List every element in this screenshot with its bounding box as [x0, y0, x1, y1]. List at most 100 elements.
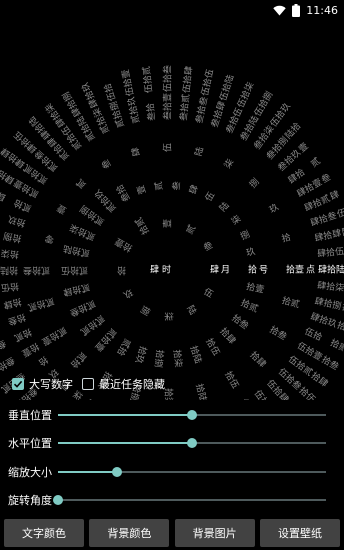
- text-color-button[interactable]: 文字颜色: [4, 519, 84, 547]
- clock-rings: 肆时壹贰叁肆伍陆柒捌玖拾拾壹拾贰月壹贰叁肆伍陆柒捌玖拾拾壹拾贰拾叁拾肆拾伍拾陆拾…: [0, 65, 344, 400]
- clock-hour-value: 肆: [150, 264, 159, 276]
- clock-hour-unit: 时: [162, 264, 171, 276]
- clock-hour-item: 肆: [129, 146, 143, 158]
- slider-thumb[interactable]: [187, 438, 197, 448]
- clock-day-item: 肆: [187, 183, 201, 195]
- clock-second-item: 肆拾捌: [60, 90, 84, 119]
- clock-minute-item: 肆拾肆: [313, 227, 342, 244]
- clock-day-item: 贰拾肆: [62, 281, 91, 298]
- checkbox-box[interactable]: [82, 378, 94, 390]
- clock-second-item: 拾叁: [319, 353, 341, 372]
- clock-minute-item: 陆: [84, 397, 99, 400]
- clock-hour-item: 零: [44, 232, 56, 245]
- horizontal-position-slider[interactable]: [58, 438, 326, 448]
- clock-second-item: 肆拾柒: [42, 101, 68, 130]
- clock-second-item: 伍拾: [101, 82, 118, 103]
- background-image-button[interactable]: 背景图片: [174, 519, 255, 547]
- clock-day-item: 拾陆: [187, 344, 204, 365]
- clock-hour-item: 陆: [192, 146, 206, 158]
- clock-month-item: 伍: [202, 286, 215, 300]
- clock-day-unit: 号: [259, 265, 268, 276]
- clock-minute-item: 拾: [36, 354, 50, 369]
- clock-minute-item: 肆拾: [286, 166, 308, 186]
- clock-second-item: 叁拾伍: [0, 320, 1, 340]
- clock-hour-item: 伍: [163, 143, 174, 152]
- clock-second-item: 伍拾捌: [251, 89, 275, 118]
- clock-hour-item: 贰: [74, 176, 89, 191]
- check-icon: [13, 380, 23, 388]
- scale-size-label: 缩放大小: [8, 466, 52, 479]
- clock-day-item: 拾贰: [239, 297, 260, 315]
- clock-day-item: 拾柒: [171, 349, 185, 368]
- checkbox-box[interactable]: [12, 378, 24, 390]
- clock-month-item: 叁: [201, 239, 215, 254]
- clock-minute-item: 肆拾伍: [317, 245, 344, 260]
- clock-second-item: 肆拾伍: [11, 129, 39, 156]
- uppercase-numbers-label: 大写数字: [29, 378, 73, 391]
- clock-minute-item: 肆拾陆: [318, 264, 344, 276]
- scale-size-slider[interactable]: [58, 467, 326, 477]
- clock-day-item: 贰拾柒: [68, 221, 98, 243]
- hide-recent-checkbox[interactable]: 最近任务隐藏: [82, 376, 165, 392]
- clock-day-item: 贰拾叁: [68, 297, 98, 319]
- rotation-angle-slider[interactable]: [53, 495, 326, 505]
- clock-month-item: 陆: [184, 303, 199, 317]
- clock-day-item: 贰拾捌: [78, 203, 107, 229]
- clock-hour-item: 贰拾: [68, 350, 89, 371]
- clock-minute-item: 肆拾捌: [314, 295, 343, 312]
- clock-day-item: 拾壹: [245, 280, 265, 295]
- rotation-angle-label: 旋转角度: [8, 494, 52, 507]
- clock-hour-unit: 点: [306, 265, 315, 276]
- clock-minute-item: 拾陆: [0, 265, 18, 277]
- clock-day-item: 叁拾: [113, 182, 132, 204]
- clock-minute-item: 叁拾壹: [162, 93, 174, 120]
- clock-hour-item: 叁: [99, 157, 114, 171]
- slider-thumb[interactable]: [111, 467, 122, 477]
- clock-second-item: 伍拾贰: [140, 66, 155, 94]
- clock-day-item: 贰: [152, 181, 165, 191]
- clock-minute-item: 拾玖: [6, 213, 27, 230]
- vertical-position-slider[interactable]: [58, 410, 326, 420]
- clock-second-item: 叁拾: [33, 399, 54, 400]
- clock-month-unit: 月: [221, 265, 230, 276]
- text-clock-preview: 肆时壹贰叁肆伍陆柒捌玖拾拾壹 拾贰月壹贰叁肆伍陆柒捌玖拾拾壹 拾贰 拾叁 拾肆 拾伍 拾陆拾…: [0, 20, 344, 400]
- clock-second-item: 拾贰: [328, 336, 344, 354]
- clock-month-item: 拾壹: [113, 235, 135, 254]
- uppercase-numbers-checkbox[interactable]: 大写数字: [12, 376, 73, 392]
- background-color-button[interactable]: 背景颜色: [89, 519, 170, 547]
- clock-minute-item: 贰拾捌: [107, 100, 127, 129]
- slider-thumb[interactable]: [53, 495, 63, 505]
- clock-second-item: 贰: [308, 155, 322, 170]
- clock-hour-item: 拾: [280, 231, 292, 245]
- rotation-angle-slider-row: 旋转角度: [0, 489, 344, 511]
- clock-minute-item: 肆拾玖: [309, 310, 338, 330]
- clock-hour-item: 拾贰: [281, 294, 302, 310]
- slider-fill: [58, 414, 192, 416]
- clock-month-item: 贰: [183, 223, 198, 237]
- clock-minute-item: 叁拾贰: [177, 93, 192, 121]
- clock-minute-item: 叁拾伍: [223, 106, 245, 136]
- vertical-position-label: 垂直位置: [8, 409, 52, 422]
- clock-second-item: 肆拾陆: [26, 114, 53, 142]
- hide-recent-label: 最近任务隐藏: [99, 378, 165, 391]
- clock-day-item: 拾肆: [217, 325, 238, 346]
- clock-month-item: 拾: [117, 265, 126, 277]
- clock-minute-item: 拾贰: [12, 326, 33, 344]
- clock-minute-item: 伍拾: [303, 325, 324, 343]
- clock-day-item: 拾: [248, 264, 257, 276]
- clock-minute-item: 拾伍: [0, 280, 19, 294]
- clock-day-item: 贰拾玖: [92, 187, 119, 215]
- clock-second-item: 伍拾壹: [119, 68, 136, 97]
- clock-day-item: 叁: [170, 181, 183, 191]
- clock-hour-item: 柒: [221, 157, 236, 171]
- clock-second-item: 伍拾伍: [199, 68, 216, 97]
- clock-day-item: 陆: [217, 199, 232, 214]
- clock-day-item: 捌: [238, 228, 251, 243]
- clock-hour-item: 拾壹: [286, 264, 304, 276]
- slider-thumb[interactable]: [187, 410, 197, 420]
- clock-hour-item: 贰拾叁: [23, 265, 50, 277]
- slider-fill: [58, 442, 192, 444]
- horizontal-position-label: 水平位置: [8, 437, 52, 450]
- set-wallpaper-button[interactable]: 设置壁纸: [259, 519, 340, 547]
- clock-month-item: 壹: [162, 219, 174, 228]
